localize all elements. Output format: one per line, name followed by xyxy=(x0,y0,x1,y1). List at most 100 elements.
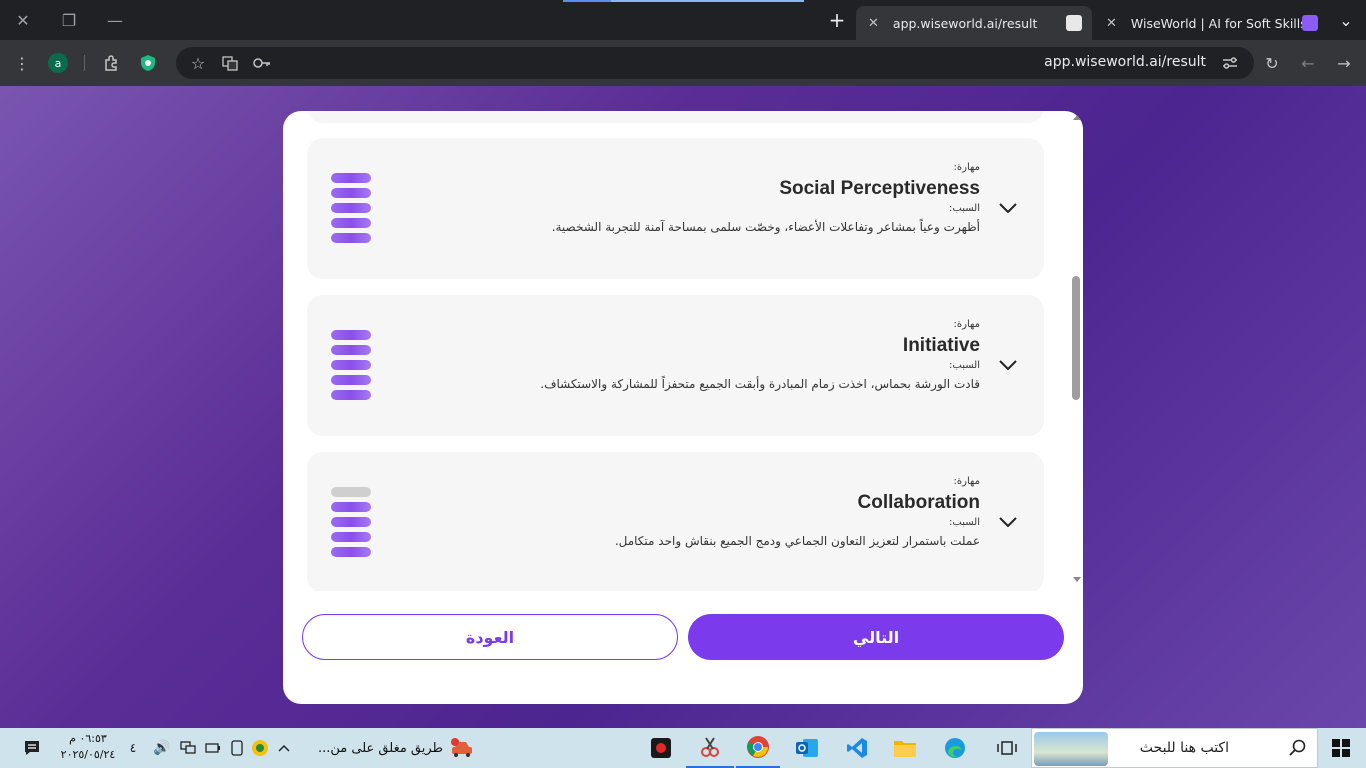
snipping-tool-app-icon[interactable] xyxy=(686,728,734,768)
skill-name: Initiative xyxy=(902,335,980,356)
chevron-down-icon[interactable] xyxy=(998,357,1018,373)
file-explorer-app-icon[interactable] xyxy=(892,736,918,760)
tab-title: WiseWorld | AI for Soft Skills Gr xyxy=(1130,15,1311,31)
skill-name: Social Perceptiveness xyxy=(779,178,980,199)
site-settings-icon[interactable] xyxy=(1218,51,1242,75)
skill-level-meter xyxy=(331,330,371,405)
forward-arrow-icon[interactable]: → xyxy=(1332,51,1356,75)
scroll-down-arrow-icon[interactable] xyxy=(1073,577,1081,582)
skill-level-meter xyxy=(331,487,371,562)
app-tray-icon[interactable] xyxy=(250,736,270,760)
minimize-window-icon[interactable]: — xyxy=(92,0,138,40)
chrome-app-icon[interactable] xyxy=(736,728,780,768)
skill-level-meter xyxy=(331,173,371,248)
level-bar xyxy=(331,330,371,340)
edge-app-icon[interactable] xyxy=(942,736,968,760)
level-bar xyxy=(331,532,371,542)
volume-icon[interactable]: 🔊 xyxy=(152,736,172,760)
level-bar xyxy=(331,203,371,213)
level-bar xyxy=(331,487,371,497)
level-bar xyxy=(331,502,371,512)
shield-extension-icon[interactable] xyxy=(136,51,160,75)
windows-start-icon[interactable] xyxy=(1328,736,1354,760)
vscode-app-icon[interactable] xyxy=(844,736,870,760)
level-bar xyxy=(331,233,371,243)
level-bar xyxy=(331,517,371,527)
next-button[interactable]: التالي xyxy=(688,614,1064,660)
close-tab-icon[interactable]: ✕ xyxy=(1106,16,1117,31)
extensions-icon[interactable] xyxy=(100,51,124,75)
new-tab-icon[interactable]: + xyxy=(814,0,860,40)
task-view-icon[interactable] xyxy=(994,736,1020,760)
skill-reason: عملت باستمرار لتعزيز التعاون الجماعي ودم… xyxy=(614,534,980,548)
browser-toolbar: ⋮ a ☆ app.wiseworld.ai/result ↻ ← → xyxy=(0,40,1366,86)
device-icon[interactable] xyxy=(228,736,246,760)
level-bar xyxy=(331,173,371,183)
skill-card[interactable]: مهارة: Social Perceptiveness السبب: أظهر… xyxy=(307,138,1044,279)
skill-reason: قادت الورشة بحماس، اخذت زمام المبادرة وأ… xyxy=(540,377,980,391)
notification-center-icon[interactable] xyxy=(20,736,44,760)
search-highlight-image xyxy=(1034,732,1108,766)
password-key-icon[interactable] xyxy=(250,51,274,75)
tab-search-chevron-icon[interactable]: ⌄ xyxy=(1330,0,1362,40)
profile-avatar[interactable]: a xyxy=(46,51,70,75)
skill-card[interactable]: مهارة: Collaboration السبب: عملت باستمرا… xyxy=(307,452,1044,591)
system-clock[interactable]: ٠٦:٥٣ م ٢٠٢٥/٠٥/٢٤ xyxy=(56,731,120,763)
reason-label: السبب: xyxy=(949,517,980,528)
reason-label: السبب: xyxy=(949,360,980,371)
chevron-down-icon[interactable] xyxy=(998,514,1018,530)
skill-text: مهارة: Initiative السبب: قادت الورشة بحم… xyxy=(420,317,980,393)
level-bar xyxy=(331,188,371,198)
results-modal: مهارة: Social Perceptiveness السبب: أظهر… xyxy=(283,111,1083,704)
translate-icon[interactable] xyxy=(218,51,242,75)
outlook-app-icon[interactable] xyxy=(794,736,820,760)
bookmark-star-icon[interactable]: ☆ xyxy=(186,51,210,75)
reload-icon[interactable]: ↻ xyxy=(1260,51,1284,75)
recorder-app-icon[interactable] xyxy=(648,736,674,760)
tab-wiseworld[interactable]: ✕ WiseWorld | AI for Soft Skills Gr xyxy=(1094,6,1328,40)
close-tab-icon[interactable]: ✕ xyxy=(868,16,879,31)
browser-tab-bar: ✕ ❐ — + ✕ app.wiseworld.ai/result ✕ Wise… xyxy=(0,0,1366,40)
level-bar xyxy=(331,360,371,370)
skill-text: مهارة: Collaboration السبب: عملت باستمرا… xyxy=(420,474,980,550)
search-icon xyxy=(1289,739,1307,761)
show-hidden-icons-chevron-icon[interactable] xyxy=(274,736,294,760)
skill-label: مهارة: xyxy=(953,476,980,487)
level-bar xyxy=(331,547,371,557)
skill-reason: أظهرت وعياً بمشاعر وتفاعلات الأعضاء، وخص… xyxy=(551,220,980,234)
scroll-up-arrow-icon[interactable] xyxy=(1073,115,1081,120)
skill-label: مهارة: xyxy=(953,162,980,173)
level-bar xyxy=(331,390,371,400)
chevron-down-icon[interactable] xyxy=(998,200,1018,216)
skill-card[interactable]: مهارة: Initiative السبب: قادت الورشة بحم… xyxy=(307,295,1044,436)
skill-card-partial xyxy=(307,111,1044,123)
restore-window-icon[interactable]: ❐ xyxy=(46,0,92,40)
taskbar-search-box[interactable]: اكتب هنا للبحث xyxy=(1031,728,1318,768)
address-bar[interactable]: ☆ app.wiseworld.ai/result xyxy=(176,47,1254,79)
tab-result[interactable]: ✕ app.wiseworld.ai/result xyxy=(856,6,1092,40)
level-bar xyxy=(331,218,371,228)
back-arrow-icon[interactable]: ← xyxy=(1296,51,1320,75)
car-warning-icon xyxy=(449,738,475,758)
skill-label: مهارة: xyxy=(953,319,980,330)
skill-name: Collaboration xyxy=(857,492,980,513)
traffic-notification[interactable]: طريق مغلق على من... xyxy=(318,736,475,760)
back-button[interactable]: العودة xyxy=(302,614,678,660)
scrollbar[interactable] xyxy=(1069,111,1083,591)
network-icon[interactable] xyxy=(178,736,198,760)
clock-date: ٢٠٢٥/٠٥/٢٤ xyxy=(60,748,116,761)
notification-text: طريق مغلق على من... xyxy=(318,740,443,756)
scrollbar-thumb[interactable] xyxy=(1072,276,1080,400)
level-bar xyxy=(331,345,371,355)
tab-title: app.wiseworld.ai/result xyxy=(892,15,1038,31)
search-placeholder: اكتب هنا للبحث xyxy=(1139,740,1229,756)
menu-dots-icon[interactable]: ⋮ xyxy=(10,51,34,75)
skills-scroll-area[interactable]: مهارة: Social Perceptiveness السبب: أظهر… xyxy=(283,111,1083,591)
windows-taskbar: ٠٦:٥٣ م ٢٠٢٥/٠٥/٢٤ ٤ 🔊 طريق مغلق على من.… xyxy=(0,728,1366,768)
battery-icon[interactable] xyxy=(203,736,223,760)
close-window-icon[interactable]: ✕ xyxy=(0,0,46,40)
tab-loading-indicator xyxy=(563,0,804,2)
mail-favicon-icon xyxy=(1066,15,1082,31)
language-indicator[interactable]: ٤ xyxy=(126,736,140,760)
reason-label: السبب: xyxy=(949,203,980,214)
